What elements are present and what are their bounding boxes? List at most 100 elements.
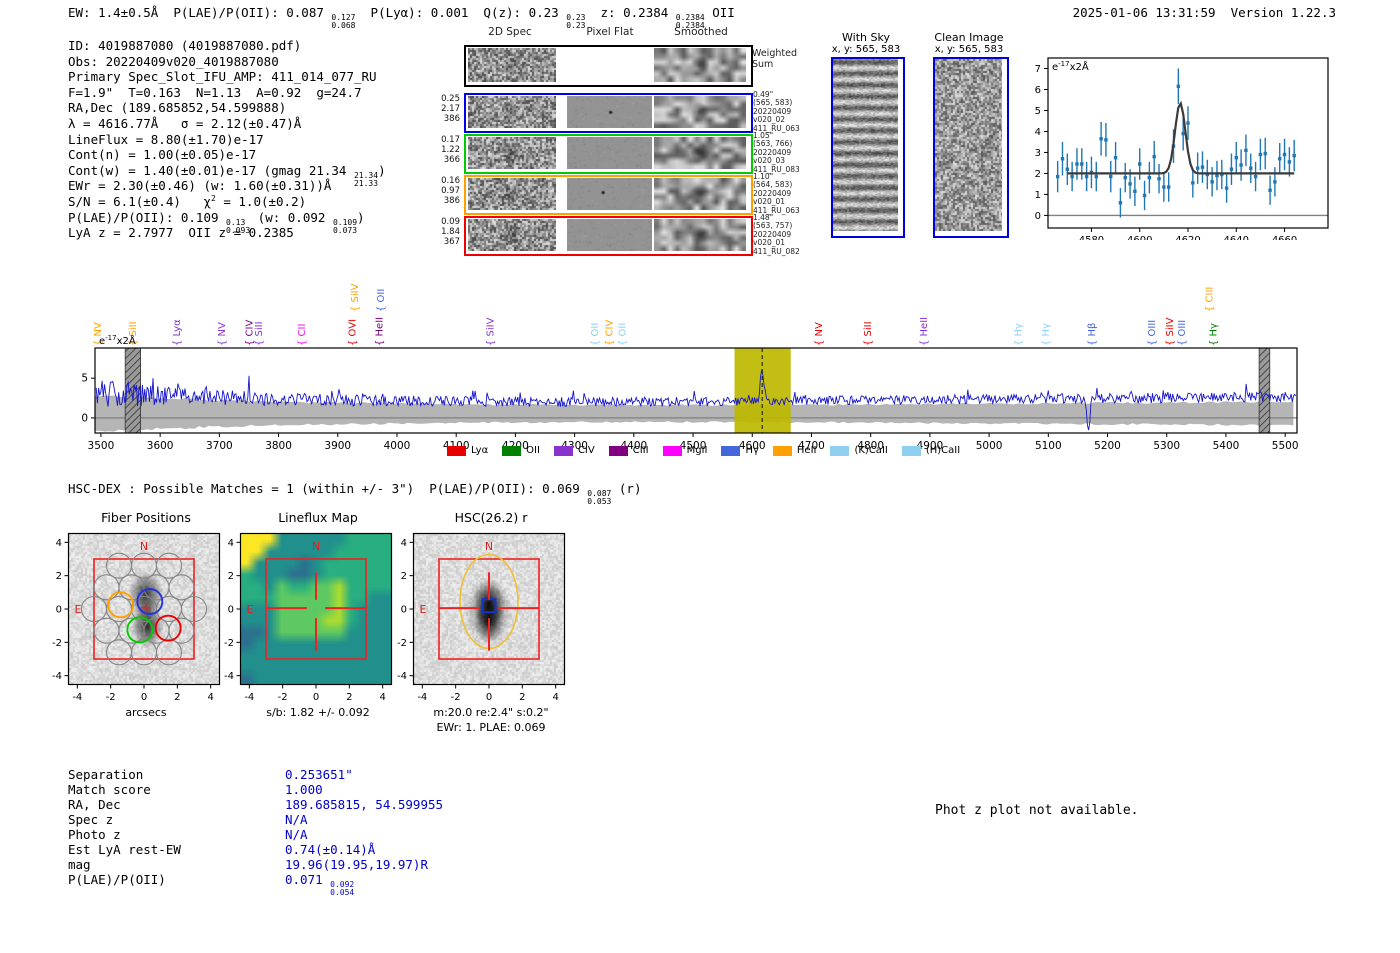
- match-table-row: Est LyA rest-EW 0.74(±0.14)Å: [68, 842, 443, 857]
- stacked-uncertainty: 0.092 0.054: [330, 880, 355, 897]
- match-table-row: RA, Dec 189.685815, 54.599955: [68, 797, 443, 812]
- y-tick-label: 5: [81, 373, 88, 385]
- y-tick-label: 4: [228, 538, 234, 549]
- line-zoom-chart: 4580 4600 4620 4640 4660 0 1 2 3 4 5 6 7 e-17​x2Å: [1035, 57, 1329, 240]
- y-tick-label: 4: [56, 538, 62, 549]
- data-point: [1075, 162, 1079, 166]
- emission-line-label: { NV: [814, 322, 825, 346]
- legend-item: CIV: [553, 445, 595, 456]
- east-label: E: [247, 603, 254, 616]
- fiber-circle: [105, 639, 133, 666]
- data-point: [1157, 176, 1161, 181]
- left-label-line: 1.84: [441, 227, 460, 237]
- data-point: [1094, 174, 1098, 179]
- x-tick-label: -2: [278, 692, 288, 703]
- fiber-circle: [130, 552, 158, 579]
- plot-border: [412, 532, 566, 686]
- data-point: [1060, 157, 1065, 161]
- legend-label: HeII: [796, 445, 817, 456]
- match-field-label: Match score: [68, 782, 151, 797]
- left-label-line: 386: [443, 196, 460, 206]
- sky-panel-title: Clean Image: [934, 31, 1004, 44]
- x-tick-label: 4580: [1079, 235, 1104, 240]
- data-point: [1210, 180, 1214, 184]
- data-point: [1080, 162, 1084, 166]
- x-tick-label: 0: [313, 692, 319, 703]
- legend-label: CIII: [632, 445, 649, 456]
- match-field-value: 1.000: [285, 782, 323, 797]
- emission-line-label: { Hβ: [1087, 323, 1098, 346]
- y-tick-label: 0: [228, 605, 234, 616]
- data-point: [1282, 152, 1287, 157]
- x-tick-label: 4640: [1224, 235, 1249, 240]
- y-tick-label: 4: [1035, 127, 1041, 138]
- data-point: [1055, 174, 1060, 179]
- x-tick-label: -4: [417, 692, 427, 703]
- legend-swatch: [772, 445, 792, 456]
- selected-fiber-circle: [154, 614, 182, 642]
- y-tick-label: 0: [81, 412, 88, 424]
- spec2d-row: [464, 175, 753, 215]
- legend-label: (K)CaII: [854, 445, 888, 456]
- fiber-circle: [93, 617, 120, 644]
- match-table-row: Spec z N/A: [68, 812, 443, 827]
- info-line: LineFlux = 8.80(±1.70)e-17: [68, 131, 264, 147]
- match-field-value: 0.071 0.092 0.054: [285, 872, 355, 897]
- fiber-circle: [130, 639, 158, 666]
- left-label-line: 367: [443, 237, 460, 247]
- fiber-circle: [93, 574, 120, 601]
- east-label: E: [420, 603, 427, 616]
- x-tick-label: 4660: [1272, 235, 1297, 240]
- data-point: [1263, 151, 1267, 156]
- flux-units-annotation: e-17​x2Å: [99, 334, 136, 347]
- match-field-label: mag: [68, 857, 91, 872]
- info-line: Cont(n) = 1.00(±0.05)e-17: [68, 147, 257, 163]
- data-point: [1176, 84, 1181, 89]
- stacked-uncertainty: 21.34 21.33: [353, 170, 379, 188]
- spec2d-image-smooth: [654, 96, 746, 128]
- match-field-label: P(LAE)/P(OII): [68, 872, 166, 887]
- data-point: [1292, 153, 1296, 158]
- info-line: λ = 4616.77Å σ = 2.12(±0.47)Å: [68, 115, 302, 131]
- data-point: [1186, 121, 1190, 125]
- fiber-circle: [143, 574, 170, 601]
- match-field-value: N/A: [285, 812, 308, 827]
- legend-swatch: [830, 445, 850, 456]
- legend-label: CIV: [577, 445, 595, 456]
- legend-swatch: [662, 445, 682, 456]
- spec2d-image-noise2d: [468, 48, 556, 82]
- x-tick-label: 0: [486, 692, 492, 703]
- emission-line-label: { SiIV: [485, 317, 496, 346]
- match-field-label: RA, Dec: [68, 797, 121, 812]
- spec2d-image-flat: [567, 219, 652, 251]
- data-point: [1084, 174, 1089, 179]
- spec2d-image-flat: [567, 137, 652, 169]
- info-line: Primary Spec_Slot_IFU_AMP: 411_014_077_R…: [68, 69, 377, 85]
- left-label-line: 386: [443, 114, 460, 124]
- info-line: P(LAE)/P(OII): 0.109 0.13 0.093 (w: 0.092…: [68, 209, 365, 235]
- y-tick-label: 2: [1035, 169, 1041, 180]
- x-tick-label: -4: [72, 692, 82, 703]
- emission-line-label: { Hγ: [1208, 323, 1219, 346]
- data-point: [1224, 186, 1229, 190]
- spec2d-image-flat: [567, 96, 652, 128]
- spec2d-image-smooth: [654, 219, 746, 251]
- emission-line-label: { HeII: [919, 317, 930, 346]
- timestamp-version: 2025-01-06 13:31:59 Version 1.22.3: [1072, 5, 1336, 20]
- data-point: [1123, 175, 1127, 180]
- spectrum-legend: Lyα OII CIV CIII MgII Hγ HeII (K)CaII (H)CaII: [447, 445, 1187, 456]
- spec2d-right-labels: 0.49" (565, 583) 20220409 v020_02 411_RU_063: [753, 90, 817, 133]
- y-tick-label: 1: [1035, 190, 1041, 201]
- y-tick-label: -2: [397, 638, 407, 649]
- cutout-overlay: -4 -4 -2 -2 0 0 2 2 4 4 N E: [224, 532, 393, 703]
- data-point: [1128, 182, 1132, 186]
- x-tick-label: -4: [244, 692, 254, 703]
- plot-border: [67, 532, 221, 686]
- info-line: S/N = 6.1(±0.4) χ2 = 1.0(±0.2): [68, 193, 307, 210]
- y-tick-label: -4: [397, 671, 407, 682]
- legend-label: Hγ: [745, 445, 759, 456]
- catalog-position-box: [481, 598, 497, 614]
- legend-item: (H)CaII: [901, 445, 960, 456]
- north-label: N: [485, 540, 493, 553]
- match-table-row: Photo z N/A: [68, 827, 443, 842]
